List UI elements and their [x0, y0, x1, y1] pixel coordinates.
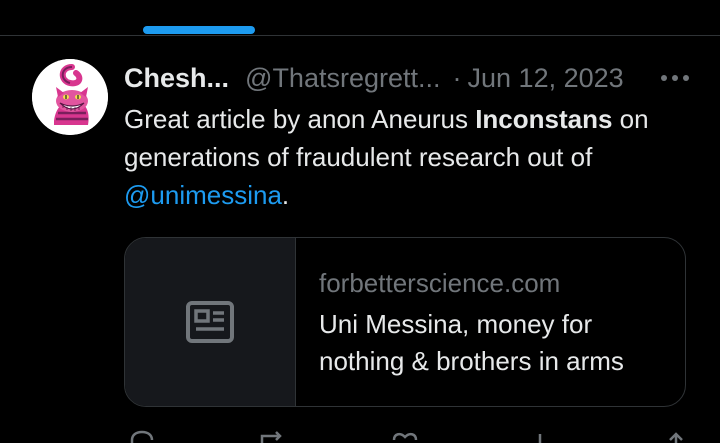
share-icon[interactable]: [664, 430, 688, 443]
active-tab-indicator: [143, 26, 255, 34]
article-icon: [186, 301, 234, 343]
tweet-text: Great article by anon Aneurus Inconstans…: [124, 100, 684, 214]
tweet-text-part: Great article by anon Aneurus: [124, 104, 476, 134]
views-icon[interactable]: [528, 430, 552, 443]
display-name[interactable]: Chesh...: [124, 63, 229, 94]
user-handle[interactable]: @Thatsregrett...: [245, 63, 440, 94]
tweet-text-part: .: [281, 180, 290, 210]
avatar[interactable]: [32, 59, 108, 135]
like-icon[interactable]: [390, 430, 420, 443]
link-card-title: Uni Messina, money for nothing & brother…: [319, 309, 624, 376]
more-button[interactable]: [660, 60, 690, 96]
tweet-view: Chesh... @Thatsregrett... · Jun 12, 2023…: [0, 0, 720, 443]
tweet-action-bar: [124, 430, 690, 443]
separator-dot: ·: [452, 62, 462, 93]
more-horizontal-icon: [661, 75, 689, 81]
link-card-text: forbetterscience.com Uni Messina, money …: [319, 266, 667, 380]
tweet-text-bold: Inconstans: [475, 104, 613, 134]
link-card-thumbnail: [125, 238, 296, 406]
tab-divider: [0, 35, 720, 36]
cheshire-cat-avatar: [32, 59, 108, 135]
tweet-header: Chesh... @Thatsregrett... · Jun 12, 2023: [124, 60, 690, 96]
link-card[interactable]: forbetterscience.com Uni Messina, money …: [124, 237, 686, 407]
link-card-domain: forbetterscience.com: [319, 268, 561, 298]
repost-icon[interactable]: [256, 430, 290, 443]
mention-link[interactable]: @unimessina: [124, 180, 282, 210]
reply-icon[interactable]: [128, 430, 156, 443]
tweet-date[interactable]: Jun 12, 2023: [468, 63, 624, 94]
